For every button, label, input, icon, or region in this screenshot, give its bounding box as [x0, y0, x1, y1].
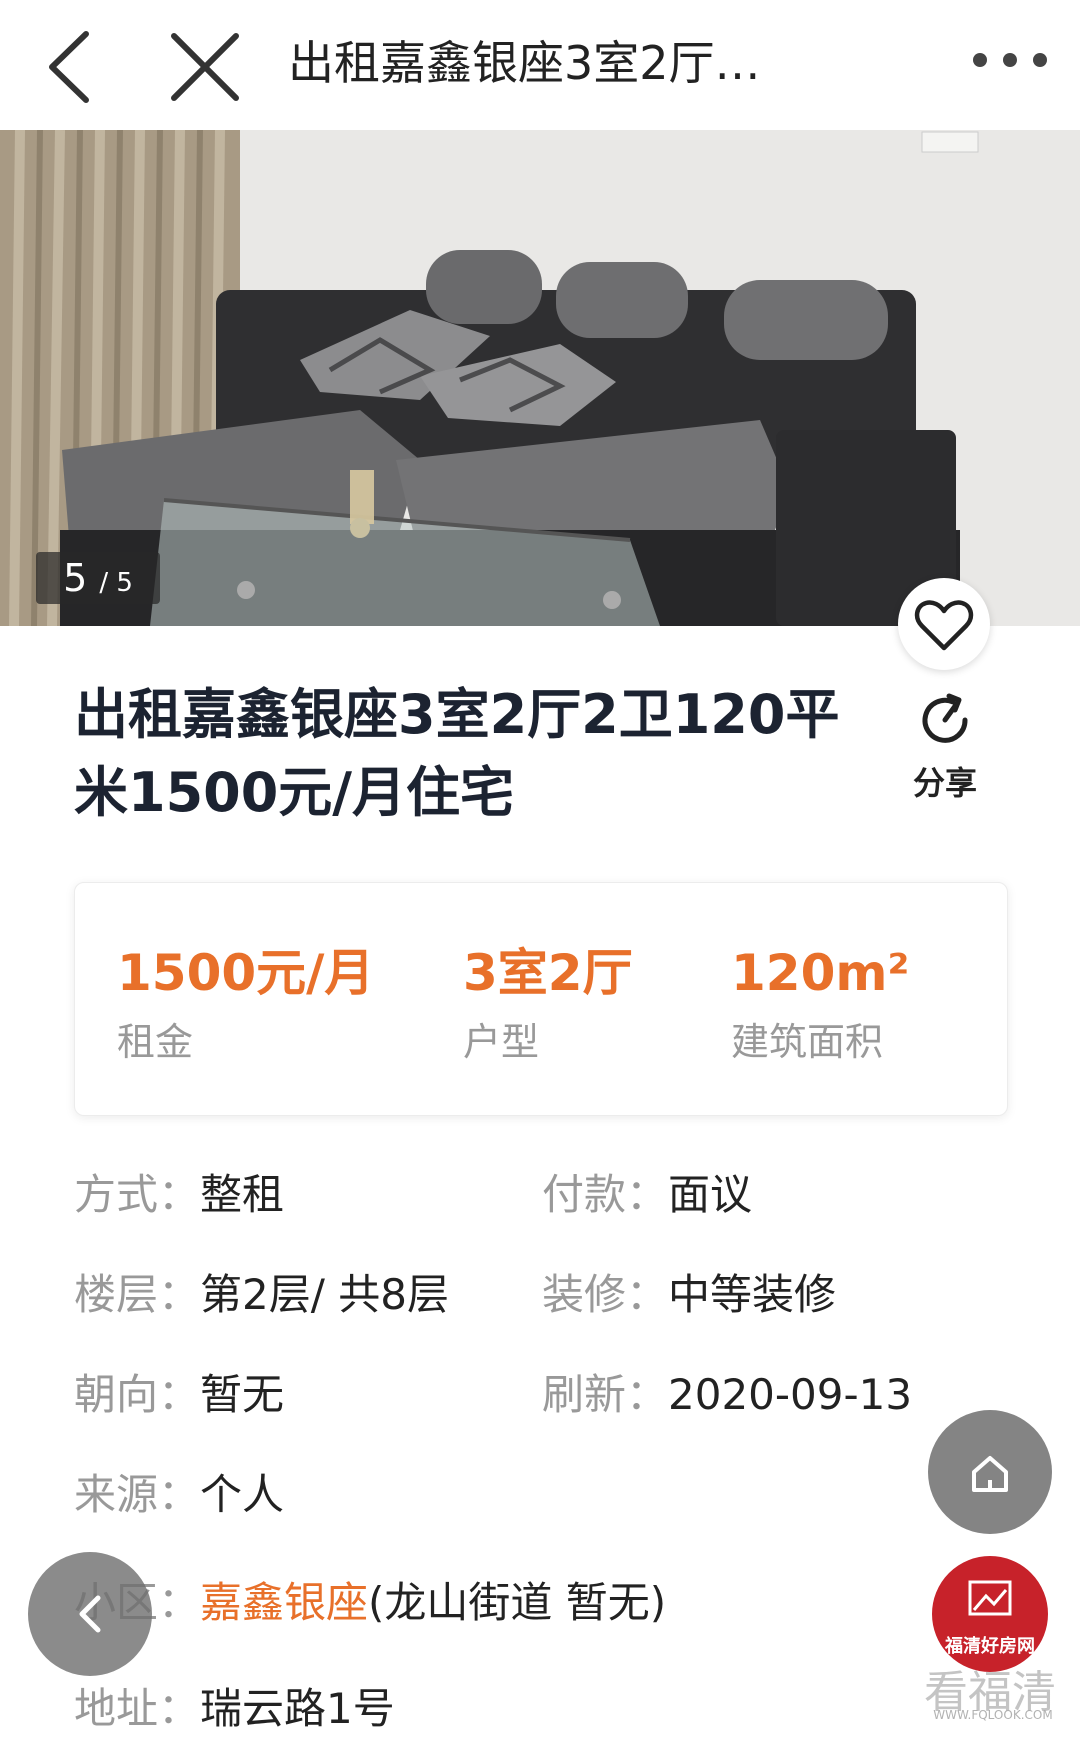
detail-decoration-value: 中等装修 — [668, 1270, 837, 1319]
detail-mode-value: 整租 — [200, 1170, 285, 1219]
detail-community: 小区：嘉鑫银座(龙山街道 暂无) — [74, 1576, 666, 1630]
stat-area-label: 建筑面积 — [731, 1020, 884, 1064]
heart-icon — [914, 600, 974, 651]
detail-payment-key: 付款： — [542, 1170, 669, 1219]
detail-orientation-key: 朝向： — [74, 1370, 201, 1419]
stat-rent: 1500元/月 租金 — [117, 943, 374, 1065]
brand-name: 福清好房网 — [945, 1636, 1035, 1657]
photo-counter: 5 / 5 — [36, 552, 160, 604]
home-button[interactable] — [928, 1410, 1052, 1534]
detail-floor-key: 楼层： — [74, 1270, 201, 1319]
detail-orientation-value: 暂无 — [200, 1370, 285, 1419]
favorite-button[interactable] — [898, 578, 990, 670]
stat-layout: 3室2厅 户型 — [463, 943, 633, 1065]
home-icon — [972, 1456, 1008, 1492]
house-logo-icon — [968, 1580, 1012, 1616]
stat-rent-value: 1500元/月 — [117, 944, 375, 1002]
detail-address: 地址：瑞云路1号 — [74, 1682, 395, 1736]
detail-refresh: 刷新：2020-09-13 — [542, 1368, 912, 1422]
detail-mode: 方式：整租 — [74, 1168, 284, 1222]
detail-mode-key: 方式： — [74, 1170, 201, 1219]
detail-community-extra: (龙山街道 暂无) — [368, 1578, 667, 1627]
community-link[interactable]: 嘉鑫银座 — [200, 1578, 368, 1627]
close-icon[interactable] — [160, 22, 250, 112]
top-nav-bar: 出租嘉鑫银座3室2厅… — [0, 0, 1080, 131]
share-icon — [922, 693, 968, 743]
detail-address-value: 瑞云路1号 — [200, 1684, 395, 1733]
detail-floor-value: 第2层/ 共8层 — [200, 1270, 449, 1319]
detail-refresh-key: 刷新： — [542, 1370, 669, 1419]
watermark-url: WWW.FQLOOK.COM — [933, 1708, 1053, 1722]
stat-area: 120m² 建筑面积 — [731, 943, 909, 1065]
detail-floor: 楼层：第2层/ 共8层 — [74, 1268, 449, 1322]
detail-source: 来源：个人 — [74, 1468, 284, 1522]
detail-payment: 付款：面议 — [542, 1168, 752, 1222]
detail-address-key: 地址： — [74, 1684, 201, 1733]
listing-title: 出租嘉鑫银座3室2厅2卫120平米1500元/月住宅 — [74, 683, 840, 824]
floating-back-button[interactable] — [28, 1552, 152, 1676]
stat-rent-label: 租金 — [117, 1020, 194, 1064]
more-options-icon[interactable] — [968, 40, 1058, 80]
stat-layout-label: 户型 — [463, 1020, 540, 1064]
share-button[interactable]: 分享 — [900, 690, 990, 802]
detail-decoration-key: 装修： — [542, 1270, 669, 1319]
listing-photo[interactable] — [0, 130, 1080, 626]
photo-total: / 5 — [99, 568, 133, 598]
detail-source-value: 个人 — [200, 1470, 285, 1519]
detail-source-key: 来源： — [74, 1470, 201, 1519]
detail-decoration: 装修：中等装修 — [542, 1268, 836, 1322]
chevron-left-icon — [79, 1595, 101, 1633]
photo-current: 5 — [63, 556, 88, 600]
detail-payment-value: 面议 — [668, 1170, 753, 1219]
page-title: 出租嘉鑫银座3室2厅… — [288, 36, 761, 90]
stats-card: 1500元/月 租金 3室2厅 户型 120m² 建筑面积 — [74, 882, 1008, 1116]
stat-layout-value: 3室2厅 — [463, 944, 633, 1002]
share-label: 分享 — [912, 764, 977, 802]
stat-area-value: 120m² — [731, 944, 910, 1002]
detail-orientation: 朝向：暂无 — [74, 1368, 284, 1422]
back-arrow-icon[interactable] — [28, 22, 118, 112]
detail-refresh-value: 2020-09-13 — [668, 1370, 913, 1419]
